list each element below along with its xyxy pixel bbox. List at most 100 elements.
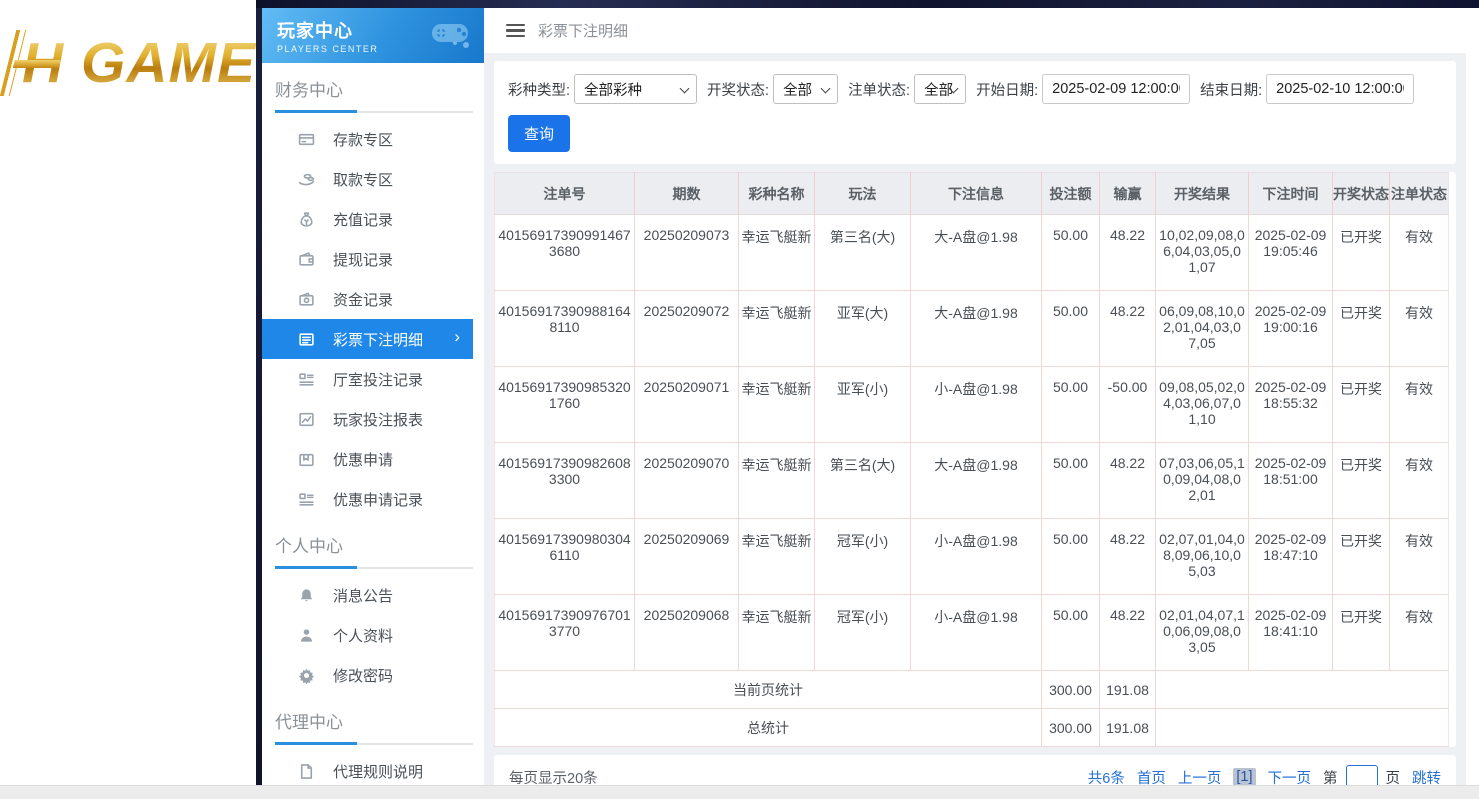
sidebar-item-agent-rules[interactable]: 代理规则说明 (262, 751, 473, 785)
table-cell: 2025-02-09 18:41:10 (1249, 595, 1333, 671)
table-cell: 小-A盘@1.98 (911, 595, 1042, 671)
current-page-indicator[interactable]: [1] (1233, 768, 1255, 785)
sidebar-item-room-bet-record[interactable]: 厅室投注记录 (262, 359, 473, 399)
table-cell: 48.22 (1100, 443, 1156, 519)
promo-apply-icon (298, 450, 316, 468)
sidebar-item-deposit[interactable]: 存款专区 (262, 119, 473, 159)
sidebar-item-profile[interactable]: 个人资料 (262, 615, 473, 655)
draw-status-select[interactable]: 全部 (773, 74, 838, 104)
table-row: 40156917390982608330020250209070幸运飞艇新第三名… (495, 443, 1449, 519)
sidebar-item-password[interactable]: 修改密码 (262, 655, 473, 695)
summary-bet-total: 300.00 (1042, 671, 1100, 709)
sidebar: 玩家中心 PLAYERS CENTER 财务中心存款专区取款专区充值记录提现记录… (262, 8, 484, 785)
top-background-strip (256, 0, 1479, 8)
sidebar-item-label: 取款专区 (333, 169, 393, 190)
lottery-type-label: 彩种类型: (508, 79, 570, 100)
table-cell: 10,02,09,08,06,04,03,05,01,07 (1156, 215, 1249, 291)
end-date-input[interactable] (1266, 74, 1414, 104)
table-cell: 已开奖 (1333, 367, 1390, 443)
sidebar-item-label: 提现记录 (333, 249, 393, 270)
start-date-input[interactable] (1042, 74, 1190, 104)
table-cell: 50.00 (1042, 215, 1100, 291)
sidebar-item-lottery-detail[interactable]: 彩票下注明细› (262, 319, 473, 359)
table-row: 40156917390988164811020250209072幸运飞艇新亚军(… (495, 291, 1449, 367)
promo-record-icon (298, 490, 316, 508)
table-cell: 401569173909767013770 (495, 595, 635, 671)
table-row: 40156917390991467368020250209073幸运飞艇新第三名… (495, 215, 1449, 291)
sidebar-item-label: 优惠申请记录 (333, 489, 423, 510)
sidebar-item-recharge-record[interactable]: 充值记录 (262, 199, 473, 239)
sidebar-item-player-report[interactable]: 玩家投注报表 (262, 399, 473, 439)
sidebar-item-label: 玩家投注报表 (333, 409, 423, 430)
sidebar-item-withdraw[interactable]: 取款专区 (262, 159, 473, 199)
end-date-label: 结束日期: (1200, 79, 1262, 100)
draw-status-label: 开奖状态: (707, 79, 769, 100)
table-cell: 幸运飞艇新 (739, 367, 815, 443)
table-cell: 有效 (1390, 215, 1449, 291)
sidebar-item-message[interactable]: 消息公告 (262, 575, 473, 615)
table-cell: 401569173909803046110 (495, 519, 635, 595)
table-cell: 小-A盘@1.98 (911, 519, 1042, 595)
brand-logo: H GAME (8, 30, 256, 96)
table-cell: 20250209071 (635, 367, 739, 443)
main-content: 彩票下注明细 彩种类型: 全部彩种 开奖状态: 全部 注单状态: 全部 开始日期… (484, 8, 1466, 785)
column-header: 注单号 (495, 173, 635, 215)
table-cell: 幸运飞艇新 (739, 291, 815, 367)
column-header: 投注额 (1042, 173, 1100, 215)
sidebar-item-label: 资金记录 (333, 289, 393, 310)
gamepad-icon (428, 16, 472, 57)
horizontal-scrollbar[interactable] (0, 785, 1479, 799)
summary-win-total: 191.08 (1100, 709, 1156, 747)
table-cell: 小-A盘@1.98 (911, 367, 1042, 443)
order-status-select[interactable]: 全部 (914, 74, 966, 104)
withdraw-icon (298, 170, 316, 188)
table-cell: 2025-02-09 18:51:00 (1249, 443, 1333, 519)
agent-rules-icon (298, 762, 316, 780)
sidebar-section-title: 个人中心 (262, 519, 484, 561)
deposit-icon (298, 130, 316, 148)
search-button[interactable]: 查询 (508, 115, 570, 152)
right-background-strip (1466, 8, 1479, 785)
table-cell: 401569173909914673680 (495, 215, 635, 291)
table-cell: 有效 (1390, 367, 1449, 443)
table-cell: 有效 (1390, 443, 1449, 519)
table-cell: 50.00 (1042, 443, 1100, 519)
next-page-link[interactable]: 下一页 (1268, 767, 1312, 786)
sidebar-item-label: 存款专区 (333, 129, 393, 150)
prev-page-link[interactable]: 上一页 (1178, 767, 1222, 786)
sidebar-item-withdrawal-record[interactable]: 提现记录 (262, 239, 473, 279)
column-header: 下注时间 (1249, 173, 1333, 215)
section-divider (275, 743, 473, 745)
sidebar-item-funds-record[interactable]: 资金记录 (262, 279, 473, 319)
summary-label: 当前页统计 (495, 671, 1042, 709)
jump-suffix-label: 页 (1386, 767, 1401, 786)
jump-page-input[interactable] (1346, 765, 1378, 786)
page-size-text: 每页显示20条 (509, 767, 598, 786)
lottery-detail-icon (298, 330, 316, 348)
column-header: 开奖结果 (1156, 173, 1249, 215)
table-cell: 2025-02-09 18:47:10 (1249, 519, 1333, 595)
table-cell: 20250209073 (635, 215, 739, 291)
lottery-type-select[interactable]: 全部彩种 (574, 74, 697, 104)
table-cell: 06,09,08,10,02,01,04,03,07,05 (1156, 291, 1249, 367)
section-divider (275, 111, 473, 113)
table-row: 40156917390976701377020250209068幸运飞艇新冠军(… (495, 595, 1449, 671)
hamburger-icon[interactable] (506, 24, 525, 38)
table-cell: 已开奖 (1333, 443, 1390, 519)
bet-table-card: 注单号期数彩种名称玩法下注信息投注额输赢开奖结果下注时间开奖状态注单状态 401… (494, 172, 1456, 747)
sidebar-item-promo-apply[interactable]: 优惠申请 (262, 439, 473, 479)
summary-empty-cell (1156, 671, 1449, 709)
sidebar-item-label: 优惠申请 (333, 449, 393, 470)
table-cell: 幸运飞艇新 (739, 443, 815, 519)
profile-icon (298, 626, 316, 644)
section-divider (275, 567, 473, 569)
jump-button[interactable]: 跳转 (1412, 767, 1441, 786)
table-cell: 07,03,06,05,10,09,04,08,02,01 (1156, 443, 1249, 519)
summary-row: 总统计300.00191.08 (495, 709, 1449, 747)
sidebar-item-promo-record[interactable]: 优惠申请记录 (262, 479, 473, 519)
table-cell: 20250209070 (635, 443, 739, 519)
table-cell: 20250209072 (635, 291, 739, 367)
first-page-link[interactable]: 首页 (1137, 767, 1166, 786)
chevron-right-icon: › (454, 327, 460, 347)
table-cell: 幸运飞艇新 (739, 215, 815, 291)
